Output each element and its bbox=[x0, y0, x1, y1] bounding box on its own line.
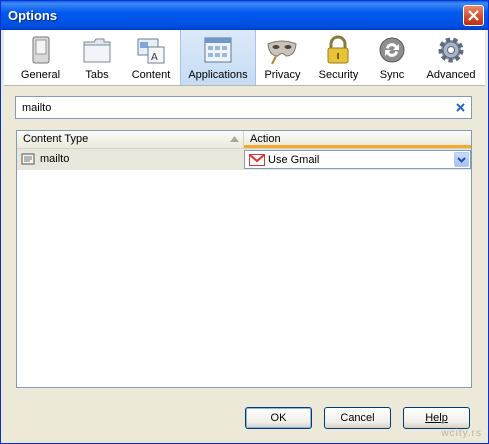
content-type-cell: mailto bbox=[21, 152, 69, 167]
security-lock-icon bbox=[327, 35, 349, 64]
general-icon bbox=[32, 36, 50, 64]
gmail-icon bbox=[249, 154, 265, 166]
privacy-mask-icon bbox=[267, 40, 297, 65]
tab-general[interactable]: General bbox=[9, 30, 72, 85]
tab-applications[interactable]: Applications bbox=[180, 30, 256, 85]
content-type-table: Content Type Action mailto Use Gmail bbox=[16, 130, 472, 388]
preferences-toolbar: General Tabs A Content Applications Priv… bbox=[4, 30, 485, 86]
mail-icon bbox=[21, 153, 35, 165]
applications-icon bbox=[204, 37, 232, 63]
dropdown-button[interactable] bbox=[454, 152, 469, 167]
help-button[interactable]: Help bbox=[403, 407, 470, 429]
sync-icon bbox=[379, 37, 405, 63]
content-icon: A bbox=[137, 38, 165, 64]
tab-tabs[interactable]: Tabs bbox=[72, 30, 122, 85]
tab-privacy[interactable]: Privacy bbox=[255, 30, 310, 85]
options-window: Options General Tabs A Content Applicati… bbox=[0, 0, 489, 444]
clear-search-icon[interactable] bbox=[454, 101, 467, 114]
column-header-content-type[interactable]: Content Type bbox=[17, 131, 244, 148]
tab-content[interactable]: A Content bbox=[122, 30, 180, 85]
search-input[interactable]: mailto bbox=[15, 96, 472, 119]
ok-button[interactable]: OK bbox=[245, 407, 312, 429]
close-button[interactable] bbox=[463, 5, 484, 26]
sort-ascending-icon bbox=[230, 136, 239, 142]
column-header-action[interactable]: Action bbox=[244, 131, 471, 148]
tab-advanced[interactable]: Advanced bbox=[417, 30, 485, 85]
tabs-icon bbox=[83, 38, 111, 63]
action-select[interactable]: Use Gmail bbox=[244, 150, 471, 169]
close-icon bbox=[468, 10, 479, 21]
chevron-down-icon bbox=[457, 157, 466, 163]
tab-security[interactable]: Security bbox=[310, 30, 367, 85]
advanced-gear-icon bbox=[438, 37, 464, 63]
cancel-button[interactable]: Cancel bbox=[324, 407, 391, 429]
title-bar[interactable]: Options bbox=[1, 1, 488, 30]
tab-sync[interactable]: Sync bbox=[367, 30, 417, 85]
window-title: Options bbox=[8, 8, 58, 23]
svg-text:A: A bbox=[151, 52, 158, 63]
search-value: mailto bbox=[22, 102, 52, 114]
table-row[interactable]: mailto Use Gmail bbox=[17, 149, 471, 170]
table-header: Content Type Action bbox=[17, 131, 471, 149]
watermark: wcity.rs bbox=[441, 428, 482, 439]
